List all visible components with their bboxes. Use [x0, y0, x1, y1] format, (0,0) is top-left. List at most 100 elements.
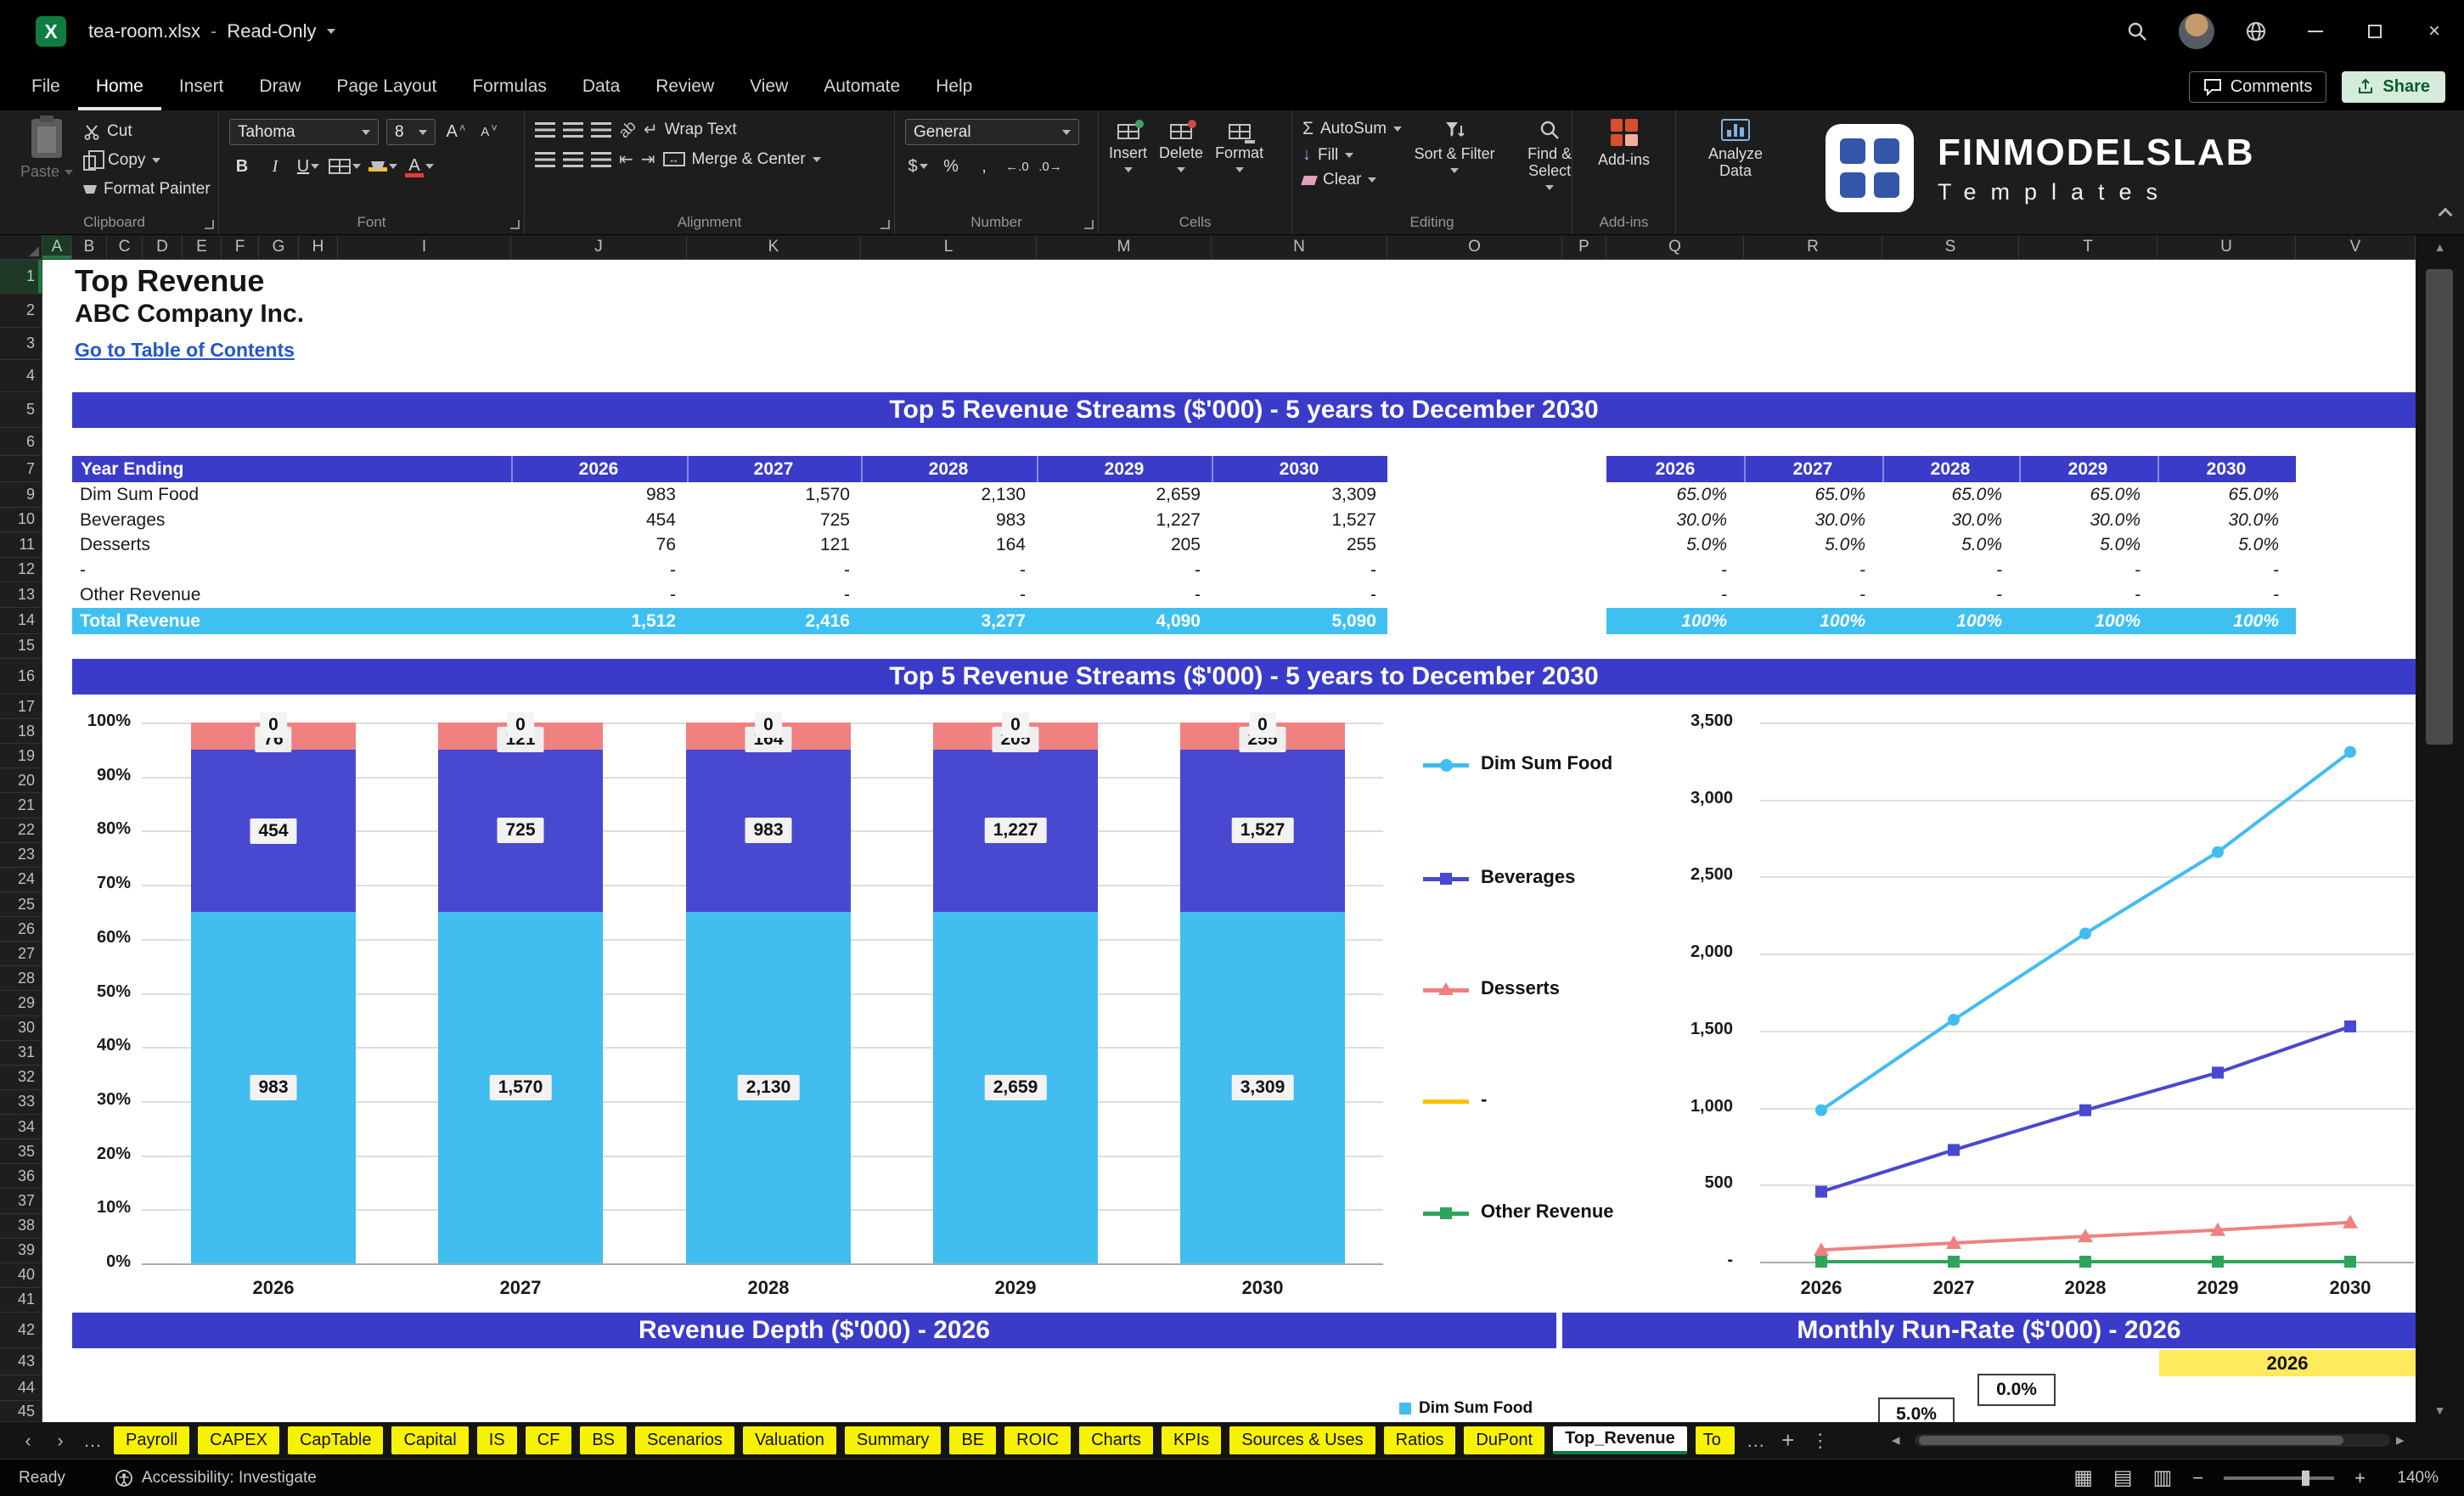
column-header-D[interactable]: D	[143, 235, 183, 259]
row-header-32[interactable]: 32	[0, 1066, 42, 1090]
menu-tab-view[interactable]: View	[732, 63, 806, 110]
value-cell[interactable]: -	[511, 582, 676, 608]
column-header-H[interactable]: H	[299, 235, 338, 259]
pct-cell[interactable]: -	[2019, 558, 2141, 583]
zoom-slider[interactable]	[2224, 1470, 2335, 1486]
total-pct-cell[interactable]: 100%	[2157, 608, 2279, 634]
runrate-year-cell[interactable]: 2026	[2159, 1350, 2416, 1376]
row-header-43[interactable]: 43	[0, 1348, 42, 1375]
normal-view-button[interactable]: ▦	[2073, 1465, 2093, 1490]
pct-cell[interactable]: 65.0%	[1882, 482, 2002, 508]
column-header-E[interactable]: E	[183, 235, 222, 259]
underline-button[interactable]: U	[295, 154, 321, 179]
sheet-tab-roic[interactable]: ROIC	[1004, 1426, 1072, 1454]
row-header-38[interactable]: 38	[0, 1214, 42, 1239]
sheet-tab-bs[interactable]: BS	[580, 1426, 627, 1454]
paste-button[interactable]: Paste	[20, 115, 74, 181]
column-header-P[interactable]: P	[1562, 235, 1606, 259]
cut-button[interactable]: Cut	[83, 122, 211, 141]
align-left-button[interactable]	[535, 151, 555, 167]
row-header-35[interactable]: 35	[0, 1139, 42, 1165]
sheet-tab-is[interactable]: IS	[476, 1426, 517, 1454]
hscroll-right-arrow[interactable]: ▸	[2396, 1431, 2405, 1450]
avatar[interactable]	[2167, 0, 2226, 63]
value-cell[interactable]: 3,309	[1212, 482, 1376, 508]
zoom-in-button[interactable]: +	[2354, 1467, 2366, 1489]
percent-format-button[interactable]: %	[938, 154, 964, 179]
decrease-font-button[interactable]: A ˅	[476, 120, 502, 145]
addins-button[interactable]: Add-ins	[1598, 119, 1650, 169]
sheet-tab-top-revenue[interactable]: Top_Revenue	[1553, 1426, 1687, 1454]
format-painter-button[interactable]: Format Painter	[83, 180, 211, 199]
comments-button[interactable]: Comments	[2188, 70, 2327, 103]
row-header-31[interactable]: 31	[0, 1041, 42, 1066]
vertical-scrollbar-thumb[interactable]	[2426, 269, 2453, 745]
year-header-2030[interactable]: 2030	[1280, 456, 1319, 482]
align-bottom-button[interactable]	[591, 121, 611, 138]
pct-cell[interactable]: 65.0%	[2157, 482, 2279, 508]
share-button[interactable]: Share	[2342, 70, 2445, 103]
menu-tab-help[interactable]: Help	[918, 63, 990, 110]
row-header-34[interactable]: 34	[0, 1115, 42, 1140]
pct-cell[interactable]: 5.0%	[1606, 532, 1727, 558]
globe-icon[interactable]	[2226, 0, 2286, 63]
column-header-A[interactable]: A	[42, 235, 72, 259]
value-cell[interactable]: -	[687, 558, 850, 583]
italic-button[interactable]: I	[262, 154, 288, 179]
value-cell[interactable]: 725	[687, 508, 850, 533]
sheet-tab-charts[interactable]: Charts	[1079, 1426, 1154, 1454]
pct-cell[interactable]: 30.0%	[2019, 508, 2141, 533]
pct-cell[interactable]: -	[1744, 582, 1865, 608]
merge-center-button[interactable]: ↔ Merge & Center	[662, 150, 821, 169]
pct-cell[interactable]: 5.0%	[2157, 532, 2279, 558]
row-header-42[interactable]: 42	[0, 1313, 42, 1348]
page-layout-view-button[interactable]: ▤	[2113, 1465, 2133, 1490]
tab-menu-button[interactable]: ⋮	[1809, 1430, 1831, 1452]
row-header-25[interactable]: 25	[0, 892, 42, 918]
value-cell[interactable]: -	[1212, 558, 1376, 583]
zoom-level[interactable]: 140%	[2386, 1469, 2439, 1488]
comma-format-button[interactable]: ,	[971, 154, 997, 179]
font-size-select[interactable]: 8	[386, 119, 436, 145]
row-header-37[interactable]: 37	[0, 1189, 42, 1214]
row-label[interactable]: Dim Sum Food	[80, 482, 199, 508]
add-sheet-button[interactable]: +	[1777, 1427, 1799, 1454]
close-button[interactable]: ×	[2405, 0, 2464, 63]
pct-cell[interactable]: -	[2157, 582, 2279, 608]
row-header-33[interactable]: 33	[0, 1090, 42, 1116]
sort-filter-button[interactable]: Sort & Filter	[1412, 119, 1497, 173]
value-cell[interactable]: 1,570	[687, 482, 850, 508]
pct-cell[interactable]: -	[2019, 582, 2141, 608]
row-header-20[interactable]: 20	[0, 768, 42, 794]
row-header-2[interactable]: 2	[0, 294, 42, 328]
sheet-tab-sources-uses[interactable]: Sources & Uses	[1229, 1426, 1375, 1454]
value-cell[interactable]: 1,227	[1037, 508, 1201, 533]
row-header-3[interactable]: 3	[0, 328, 42, 360]
sheet-tab-cf[interactable]: CF	[525, 1426, 572, 1454]
number-dialog-launcher[interactable]	[1084, 220, 1094, 229]
value-cell[interactable]: -	[1212, 582, 1376, 608]
partial-pct-cell-1[interactable]: 0.0%	[1977, 1374, 2056, 1406]
row-header-40[interactable]: 40	[0, 1263, 42, 1288]
pct-cell[interactable]: 5.0%	[1882, 532, 2002, 558]
column-header-I[interactable]: I	[338, 235, 511, 259]
accessibility-status[interactable]: Accessibility: Investigate	[115, 1469, 317, 1488]
sheet-tab-scenarios[interactable]: Scenarios	[635, 1426, 734, 1454]
row-header-14[interactable]: 14	[0, 608, 42, 634]
menu-tab-formulas[interactable]: Formulas	[454, 63, 565, 110]
pct-cell[interactable]: -	[2157, 558, 2279, 583]
value-cell[interactable]: -	[1037, 582, 1201, 608]
maximize-button[interactable]	[2345, 0, 2405, 63]
row-label[interactable]: Other Revenue	[80, 582, 200, 608]
row-header-10[interactable]: 10	[0, 508, 42, 532]
pct-cell[interactable]: 30.0%	[1606, 508, 1727, 533]
increase-decimal-button[interactable]: ←.0	[1004, 154, 1030, 179]
column-header-B[interactable]: B	[72, 235, 107, 259]
pct-cell[interactable]: 30.0%	[2157, 508, 2279, 533]
column-header-L[interactable]: L	[861, 235, 1037, 259]
row-header-1[interactable]: 1	[0, 260, 42, 294]
tabs-scroll-right-button[interactable]: ›	[49, 1430, 71, 1452]
tabs-scroll-left-button[interactable]: ‹	[17, 1430, 39, 1452]
menu-tab-insert[interactable]: Insert	[161, 63, 242, 110]
fill-color-button[interactable]	[368, 154, 397, 179]
